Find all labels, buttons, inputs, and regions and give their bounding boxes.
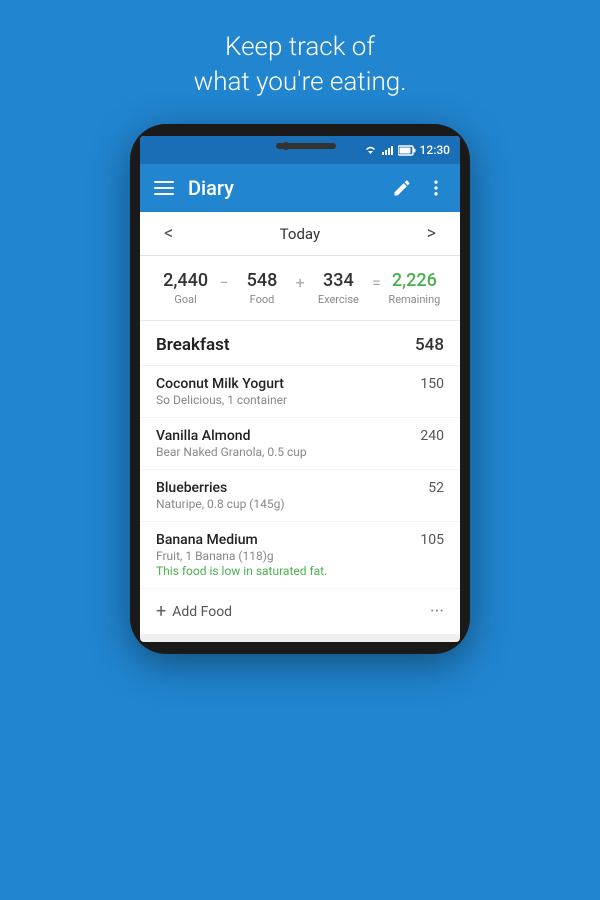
food-item-blueberries[interactable]: Blueberries Naturipe, 0.8 cup (145g) 52 xyxy=(140,470,460,522)
food-calories: 105 xyxy=(420,532,444,548)
food-name: Blueberries xyxy=(156,480,420,496)
food-item-coconut[interactable]: Coconut Milk Yogurt So Delicious, 1 cont… xyxy=(140,366,460,418)
battery-icon xyxy=(398,145,416,156)
food-detail: So Delicious, 1 container xyxy=(156,393,412,407)
toolbar-actions xyxy=(392,178,446,198)
calories-summary: 2,440 Goal − 548 Food + 334 Exercise = 2… xyxy=(140,256,460,321)
plus-operator: + xyxy=(292,273,309,304)
food-detail: Bear Naked Granola, 0.5 cup xyxy=(156,445,412,459)
phone-screen: 12:30 Diary < xyxy=(140,136,460,642)
food-name: Vanilla Almond xyxy=(156,428,412,444)
breakfast-section: Breakfast 548 Coconut Milk Yogurt So Del… xyxy=(140,321,460,634)
next-day-button[interactable]: > xyxy=(419,219,444,248)
goal-value: 2,440 xyxy=(163,270,208,291)
food-calories: 240 xyxy=(420,428,444,444)
minus-operator: − xyxy=(215,273,232,304)
content-area: Breakfast 548 Coconut Milk Yogurt So Del… xyxy=(140,321,460,634)
food-calories: 52 xyxy=(428,480,444,496)
equals-operator: = xyxy=(368,273,385,304)
food-info: Vanilla Almond Bear Naked Granola, 0.5 c… xyxy=(156,428,412,459)
phone-speaker xyxy=(276,143,336,149)
date-navigation: < Today > xyxy=(140,212,460,256)
status-time: 12:30 xyxy=(420,143,450,157)
food-value: 548 xyxy=(247,270,278,291)
prev-day-button[interactable]: < xyxy=(156,219,181,248)
page-tagline: Keep track of what you're eating. xyxy=(194,30,407,100)
add-food-label: Add Food xyxy=(172,604,232,620)
food-item: 548 Food xyxy=(232,270,291,306)
remaining-value: 2,226 xyxy=(392,270,437,291)
add-food-button[interactable]: + Add Food xyxy=(156,601,232,622)
exercise-label: Exercise xyxy=(318,293,359,306)
more-icon[interactable] xyxy=(426,178,446,198)
current-date: Today xyxy=(280,225,320,243)
food-info: Blueberries Naturipe, 0.8 cup (145g) xyxy=(156,480,420,511)
meal-header: Breakfast 548 xyxy=(140,321,460,366)
food-name: Banana Medium xyxy=(156,532,412,548)
remaining-item: 2,226 Remaining xyxy=(385,270,444,306)
exercise-value: 334 xyxy=(323,270,354,291)
food-name: Coconut Milk Yogurt xyxy=(156,376,412,392)
edit-icon[interactable] xyxy=(392,178,412,198)
food-label: Food xyxy=(250,293,275,306)
exercise-item: 334 Exercise xyxy=(309,270,368,306)
meal-calories: 548 xyxy=(415,335,444,355)
goal-item: 2,440 Goal xyxy=(156,270,215,306)
food-item-banana[interactable]: Banana Medium Fruit, 1 Banana (118)g Thi… xyxy=(140,522,460,589)
phone-frame: 12:30 Diary < xyxy=(130,124,470,654)
food-info: Banana Medium Fruit, 1 Banana (118)g Thi… xyxy=(156,532,412,578)
signal-icon xyxy=(381,145,394,156)
status-bar: 12:30 xyxy=(140,136,460,164)
meal-more-button[interactable]: ··· xyxy=(430,601,444,622)
food-info: Coconut Milk Yogurt So Delicious, 1 cont… xyxy=(156,376,412,407)
app-toolbar: Diary xyxy=(140,164,460,212)
plus-icon: + xyxy=(156,601,166,622)
toolbar-left: Diary xyxy=(154,176,234,200)
food-calories: 150 xyxy=(420,376,444,392)
add-food-row: + Add Food ··· xyxy=(140,589,460,634)
food-detail: Naturipe, 0.8 cup (145g) xyxy=(156,497,420,511)
meal-name: Breakfast xyxy=(156,335,230,355)
status-icons: 12:30 xyxy=(364,143,450,157)
wifi-icon xyxy=(364,145,377,156)
food-note: This food is low in saturated fat. xyxy=(156,564,412,578)
menu-icon[interactable] xyxy=(154,181,174,195)
food-detail: Fruit, 1 Banana (118)g xyxy=(156,549,412,563)
remaining-label: Remaining xyxy=(388,293,440,306)
toolbar-title: Diary xyxy=(188,176,234,200)
food-item-vanilla[interactable]: Vanilla Almond Bear Naked Granola, 0.5 c… xyxy=(140,418,460,470)
goal-label: Goal xyxy=(174,293,196,306)
